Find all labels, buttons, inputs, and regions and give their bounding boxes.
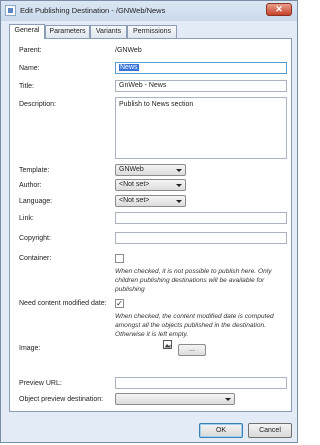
- title-bar: Edit Publishing Destination - /GNWeb/New…: [1, 1, 297, 21]
- container-checkbox[interactable]: [115, 254, 124, 263]
- image-placeholder-icon: [163, 340, 172, 349]
- description-label: Description:: [19, 101, 56, 108]
- need-modified-checkbox[interactable]: ✓: [115, 299, 124, 308]
- general-panel: Parent: /GNWeb Name: News Title: GnWeb -…: [9, 38, 292, 412]
- name-input-value: News: [119, 64, 139, 71]
- title-input[interactable]: GnWeb - News: [115, 80, 287, 92]
- parent-label: Parent:: [19, 47, 42, 54]
- container-note: When checked, it is not possible to publ…: [115, 268, 272, 293]
- copyright-label: Copyright:: [19, 235, 51, 242]
- language-select-value: <Not set>: [119, 197, 150, 204]
- tab-variants[interactable]: Variants: [90, 25, 127, 38]
- window-title: Edit Publishing Destination - /GNWeb/New…: [20, 6, 166, 15]
- image-browse-button[interactable]: ...: [178, 344, 206, 356]
- chevron-down-icon: [176, 184, 182, 187]
- dialog-window: Edit Publishing Destination - /GNWeb/New…: [0, 0, 298, 443]
- object-preview-select[interactable]: [115, 393, 235, 405]
- image-label: Image:: [19, 345, 41, 352]
- need-modified-note: When checked, the content modified date …: [115, 313, 274, 338]
- copyright-input[interactable]: [115, 232, 287, 244]
- app-icon: [5, 5, 16, 16]
- name-label: Name:: [19, 65, 40, 72]
- ok-button[interactable]: OK: [199, 423, 243, 438]
- chevron-down-icon: [225, 398, 231, 401]
- preview-url-input[interactable]: [115, 377, 287, 389]
- author-label: Author:: [19, 182, 42, 189]
- link-label: Link:: [19, 215, 34, 222]
- language-select[interactable]: <Not set>: [115, 195, 186, 207]
- author-select[interactable]: <Not set>: [115, 179, 186, 191]
- close-button[interactable]: ✕: [266, 3, 292, 16]
- tab-parameters[interactable]: Parameters: [45, 25, 90, 38]
- chevron-down-icon: [176, 200, 182, 203]
- parent-value: /GNWeb: [115, 47, 142, 54]
- need-modified-label: Need content modified date:: [19, 300, 107, 307]
- tab-permissions[interactable]: Permissions: [127, 25, 177, 38]
- template-select-value: GNWeb: [119, 166, 144, 173]
- container-label: Container:: [19, 255, 52, 262]
- language-label: Language:: [19, 198, 53, 205]
- object-preview-label: Object preview destination:: [19, 396, 104, 403]
- tab-general[interactable]: General: [9, 24, 45, 39]
- template-select[interactable]: GNWeb: [115, 164, 186, 176]
- template-label: Template:: [19, 167, 50, 174]
- chevron-down-icon: [176, 169, 182, 172]
- cancel-button[interactable]: Cancel: [248, 423, 292, 438]
- description-input[interactable]: Publish to News section: [115, 97, 287, 159]
- link-input[interactable]: [115, 212, 287, 224]
- name-input[interactable]: News: [115, 62, 287, 74]
- author-select-value: <Not set>: [119, 181, 150, 188]
- preview-url-label: Preview URL:: [19, 380, 62, 387]
- title-label: Title:: [19, 83, 34, 90]
